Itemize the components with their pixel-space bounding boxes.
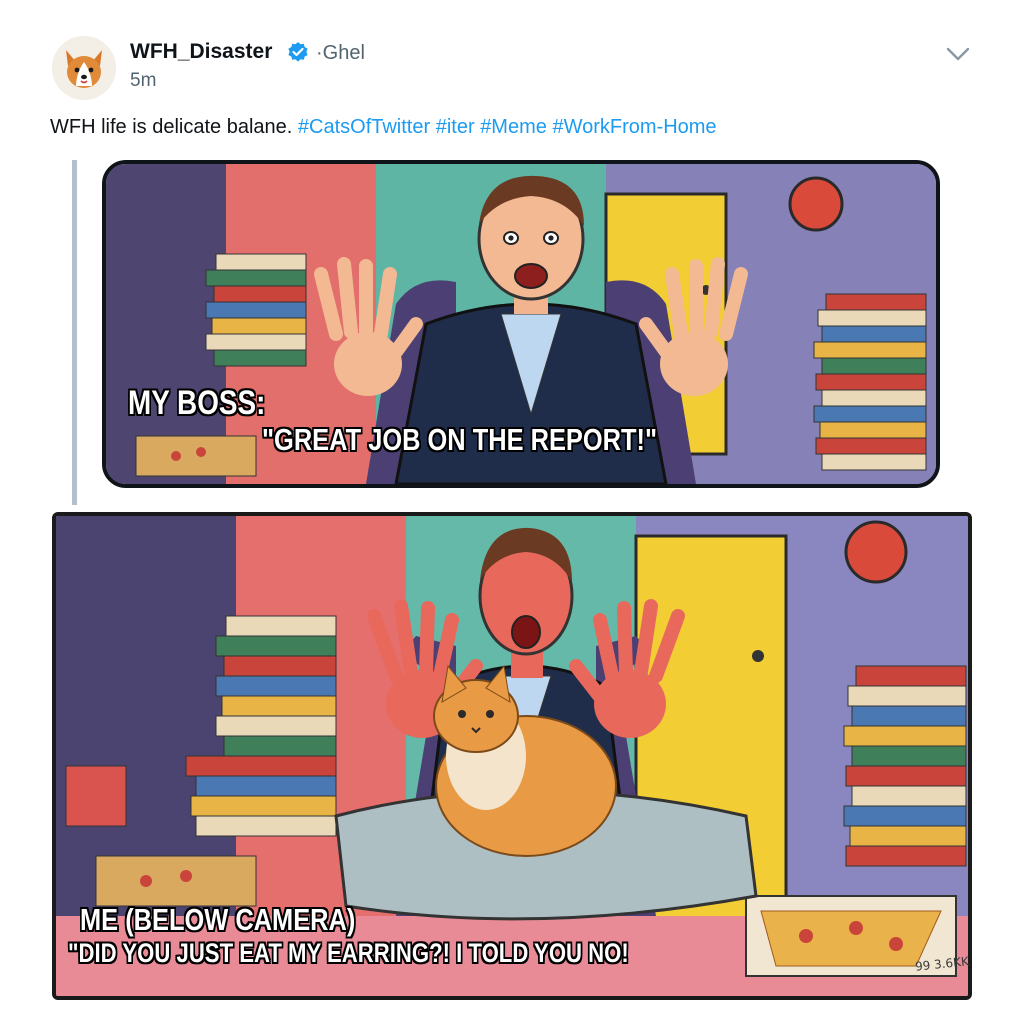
caption-boss-label: MY BOSS: <box>128 384 266 422</box>
verified-badge-icon <box>288 42 308 62</box>
caption-me-label: ME (BELOW CAMERA) <box>80 902 356 937</box>
hashtag-cats-of-twitter[interactable]: #CatsOfTwitter <box>298 116 430 138</box>
caption-me-quote: "DID YOU JUST EAT MY EARRING?! I TOLD YO… <box>68 938 629 968</box>
display-name[interactable]: WFH_Disaster <box>130 40 272 64</box>
user-handle[interactable]: ·Ghel <box>316 42 365 65</box>
avatar[interactable] <box>52 36 116 100</box>
post-timestamp[interactable]: 5m <box>130 70 156 92</box>
hashtag-work-from-home[interactable]: #WorkFrom-Home <box>552 116 716 138</box>
corgi-avatar-icon <box>52 36 116 100</box>
book-stack-right <box>843 665 967 867</box>
thread-line <box>72 160 77 505</box>
hashtag-iter[interactable]: #iter <box>436 116 475 138</box>
tweet-text: WFH life is delicate balane. #CatsOfTwit… <box>50 116 717 139</box>
chevron-down-icon[interactable] <box>944 42 972 66</box>
hashtag-meme[interactable]: #Meme <box>480 116 547 138</box>
caption-boss-quote: "GREAT JOB ON THE REPORT!" <box>262 422 658 457</box>
book-stack-right <box>813 293 927 471</box>
book-stack-left <box>205 253 307 367</box>
tweet-body: WFH life is delicate balane. <box>50 116 298 138</box>
